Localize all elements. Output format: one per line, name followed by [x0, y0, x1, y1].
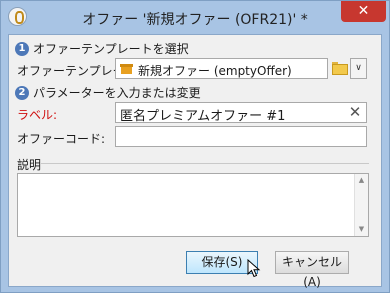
- clear-icon[interactable]: ✕: [347, 104, 363, 121]
- description-divider: [41, 163, 369, 164]
- close-button[interactable]: ✕: [341, 1, 386, 22]
- close-icon: ✕: [357, 3, 370, 19]
- label-input-value: 匿名プレミアムオファー #1: [120, 109, 286, 124]
- cancel-button[interactable]: キャンセル(A): [275, 251, 349, 289]
- template-value: 新規オファー (emptyOffer): [138, 64, 292, 78]
- dialog-content: 1 オファーテンプレートを選択 オファーテンプレート: 新規オファー (empty…: [8, 34, 382, 289]
- description-textarea[interactable]: ▲ ▼: [17, 173, 369, 237]
- step-2-badge: 2: [15, 85, 29, 100]
- offer-code-label: オファーコード:: [17, 132, 106, 146]
- step-2-text: パラメーターを入力または変更: [33, 86, 201, 100]
- title-bar[interactable]: オファー '新規オファー (OFR21)' * ✕: [1, 1, 389, 33]
- window-title: オファー '新規オファー (OFR21)' *: [82, 12, 308, 28]
- step-1-badge: 1: [15, 41, 29, 56]
- scroll-up-icon[interactable]: ▲: [355, 174, 368, 187]
- mouse-cursor-icon: [247, 259, 261, 278]
- step-1-header: 1 オファーテンプレートを選択: [15, 40, 189, 56]
- offer-code-input[interactable]: [115, 126, 367, 147]
- label-field-label: ラベル:: [17, 108, 58, 122]
- template-dropdown-button[interactable]: ∨: [350, 58, 367, 79]
- template-field[interactable]: 新規オファー (emptyOffer): [115, 58, 328, 79]
- scroll-down-icon[interactable]: ▼: [355, 223, 368, 236]
- label-input[interactable]: 匿名プレミアムオファー #1 ✕: [115, 102, 367, 124]
- step-2-header: 2 パラメーターを入力または変更: [15, 84, 201, 100]
- folder-icon[interactable]: [332, 62, 348, 75]
- description-scrollbar[interactable]: ▲ ▼: [354, 174, 368, 236]
- description-label: 説明: [17, 158, 42, 172]
- step-1-text: オファーテンプレートを選択: [33, 42, 189, 56]
- chevron-down-icon: ∨: [355, 63, 362, 73]
- dialog-window: オファー '新規オファー (OFR21)' * ✕ 1 オファーテンプレートを選択…: [0, 0, 390, 293]
- offer-template-icon: [120, 62, 133, 75]
